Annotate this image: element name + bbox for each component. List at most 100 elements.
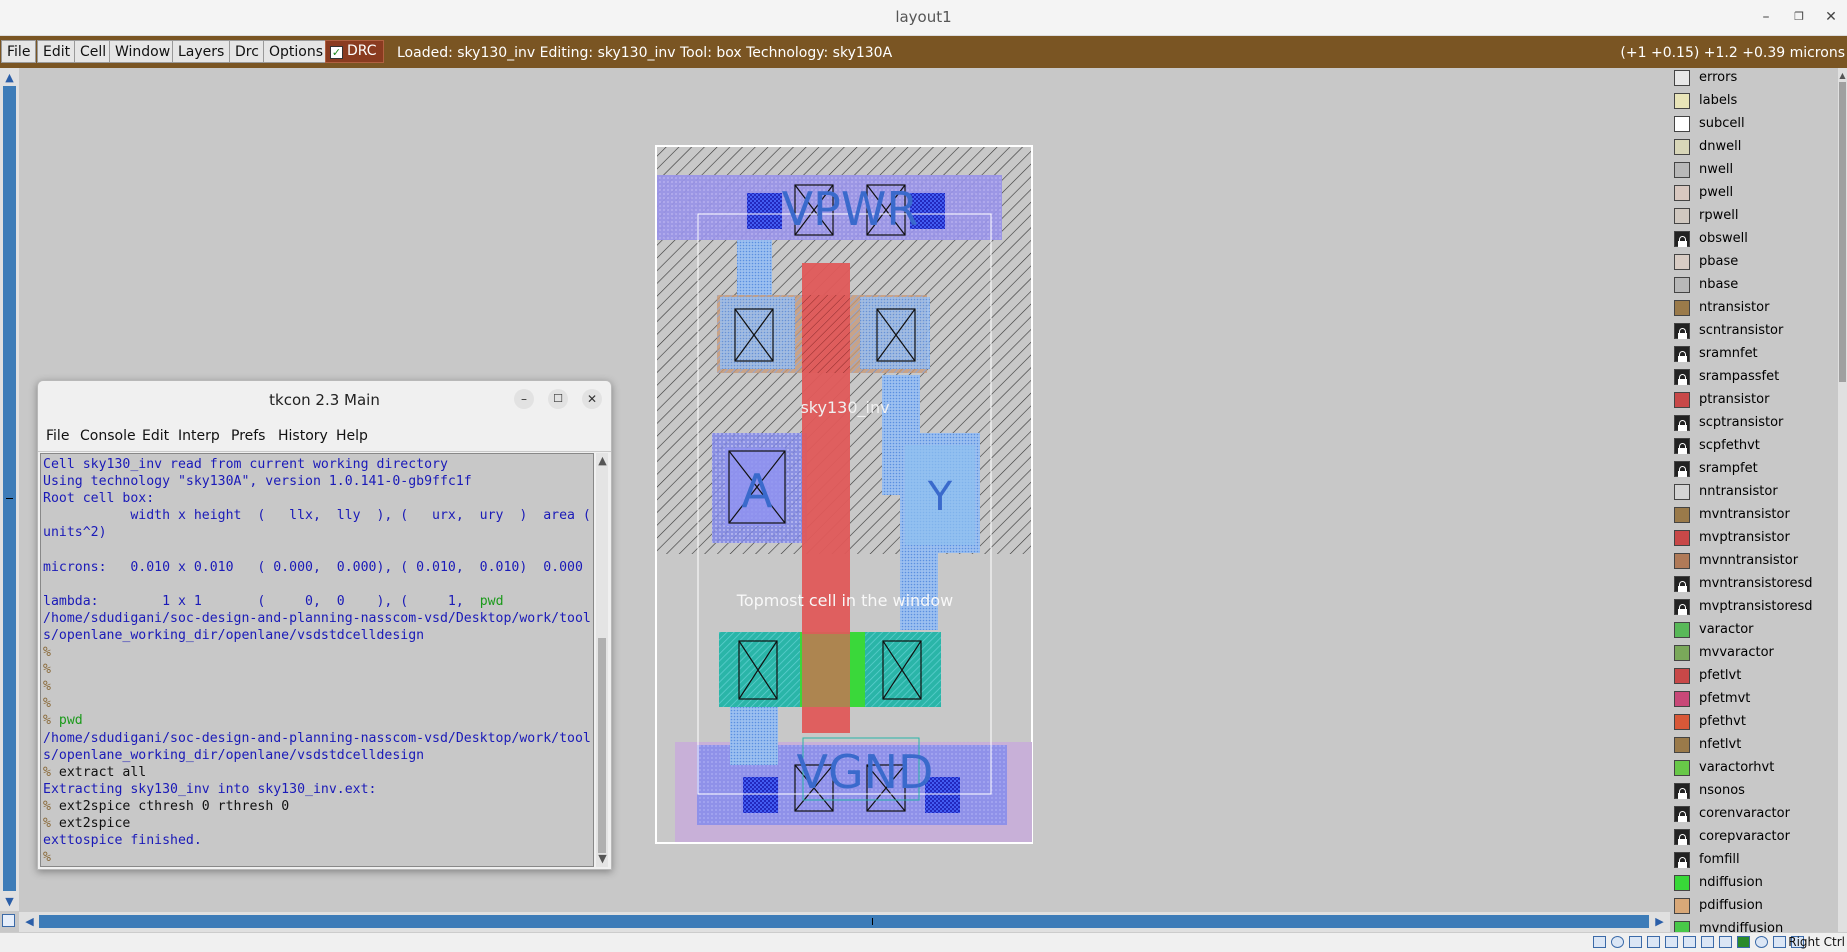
- shared-folder-icon[interactable]: [1683, 936, 1696, 948]
- tkcon-menu-file[interactable]: File: [46, 428, 69, 444]
- console-line: Cell sky130_inv read from current workin…: [43, 457, 448, 472]
- layer-corepvaractor[interactable]: corepvaractor: [1674, 827, 1834, 847]
- corner-icon[interactable]: [2, 914, 15, 927]
- layer-sramnfet[interactable]: sramnfet: [1674, 344, 1834, 364]
- layout-canvas[interactable]: VPWR VGND A Y sky130_inv Topmost cell in…: [655, 145, 1035, 845]
- layer-mvptransistor[interactable]: mvptransistor: [1674, 528, 1834, 548]
- layer-name: fomfill: [1699, 852, 1740, 867]
- layer-nfetlvt[interactable]: nfetlvt: [1674, 735, 1834, 755]
- display-icon[interactable]: [1701, 936, 1714, 948]
- restore-icon[interactable]: ❐: [1790, 8, 1808, 26]
- menu-options[interactable]: Options: [263, 40, 330, 63]
- lock-icon: [1674, 415, 1690, 431]
- layer-name: mvvaractor: [1699, 645, 1774, 660]
- layer-subcell[interactable]: subcell: [1674, 114, 1834, 134]
- maximize-icon[interactable]: ☐: [548, 389, 568, 409]
- layer-ntransistor[interactable]: ntransistor: [1674, 298, 1834, 318]
- scroll-right-icon[interactable]: ▶: [1652, 914, 1667, 929]
- layer-scptransistor[interactable]: scptransistor: [1674, 413, 1834, 433]
- layer-swatch: [1674, 553, 1690, 569]
- menu-cell[interactable]: Cell: [74, 40, 113, 63]
- tkcon-menu-history[interactable]: History: [278, 428, 328, 444]
- close-icon[interactable]: ✕: [1822, 8, 1840, 26]
- scroll-track[interactable]: [3, 86, 16, 891]
- menu-layers[interactable]: Layers: [172, 40, 231, 63]
- scroll-thumb[interactable]: [598, 638, 606, 853]
- layer-nbase[interactable]: nbase: [1674, 275, 1834, 295]
- menu-file[interactable]: File: [1, 40, 37, 63]
- layer-swatch: [1674, 70, 1690, 86]
- drc-toggle[interactable]: ✓ DRC: [325, 40, 384, 63]
- horizontal-scrollbar[interactable]: ◀ ▶: [19, 912, 1670, 932]
- scroll-thumb[interactable]: [1839, 82, 1846, 382]
- menu-window[interactable]: Window: [109, 40, 177, 63]
- menu-drc[interactable]: Drc: [229, 40, 265, 63]
- menu-edit[interactable]: Edit: [37, 40, 77, 63]
- layer-mvvaractor[interactable]: mvvaractor: [1674, 643, 1834, 663]
- disk-icon[interactable]: [1593, 936, 1606, 948]
- scroll-track[interactable]: [39, 915, 1649, 928]
- layer-palette: errors labels subcell dnwell nwell pwell rpwel…: [1670, 68, 1838, 932]
- layer-errors[interactable]: errors: [1674, 68, 1834, 88]
- layer-mvntransistoresd[interactable]: mvntransistoresd: [1674, 574, 1834, 594]
- layer-swatch: [1674, 139, 1690, 155]
- minimize-icon[interactable]: –: [1757, 8, 1775, 26]
- globe-icon[interactable]: [1755, 936, 1768, 948]
- optical-icon[interactable]: [1611, 936, 1624, 948]
- scroll-up-icon[interactable]: ▲: [2, 70, 17, 85]
- layer-obswell[interactable]: obswell: [1674, 229, 1834, 249]
- layer-pfetlvt[interactable]: pfetlvt: [1674, 666, 1834, 686]
- layer-srampassfet[interactable]: srampassfet: [1674, 367, 1834, 387]
- layer-mvnntransistor[interactable]: mvnntransistor: [1674, 551, 1834, 571]
- layer-nwell[interactable]: nwell: [1674, 160, 1834, 180]
- layer-ptransistor[interactable]: ptransistor: [1674, 390, 1834, 410]
- scroll-left-icon[interactable]: ◀: [22, 914, 37, 929]
- scroll-up-icon[interactable]: ▲: [1835, 68, 1847, 83]
- layer-nntransistor[interactable]: nntransistor: [1674, 482, 1834, 502]
- vertical-scrollbar[interactable]: ▲ ▼: [0, 68, 19, 911]
- layer-pdiffusion[interactable]: pdiffusion: [1674, 896, 1834, 916]
- tkcon-menu-interp[interactable]: Interp: [178, 428, 220, 444]
- layer-corenvaractor[interactable]: corenvaractor: [1674, 804, 1834, 824]
- console-output[interactable]: Cell sky130_inv read from current workin…: [40, 453, 594, 867]
- layer-labels[interactable]: labels: [1674, 91, 1834, 111]
- layer-pfethvt[interactable]: pfethvt: [1674, 712, 1834, 732]
- minimize-icon[interactable]: –: [514, 389, 534, 409]
- network-icon[interactable]: [1647, 936, 1660, 948]
- layer-scrollbar[interactable]: ▲: [1838, 68, 1847, 932]
- scroll-down-icon[interactable]: ▼: [595, 851, 610, 866]
- console-scrollbar[interactable]: ▲ ▼: [596, 453, 608, 867]
- cpu-icon[interactable]: [1737, 936, 1750, 948]
- tkcon-menu-edit[interactable]: Edit: [142, 428, 169, 444]
- tkcon-menu-console[interactable]: Console: [80, 428, 136, 444]
- recording-icon[interactable]: [1719, 936, 1732, 948]
- layer-rpwell[interactable]: rpwell: [1674, 206, 1834, 226]
- layer-varactorhvt[interactable]: varactorhvt: [1674, 758, 1834, 778]
- layer-srampfet[interactable]: srampfet: [1674, 459, 1834, 479]
- layer-ndiffusion[interactable]: ndiffusion: [1674, 873, 1834, 893]
- layer-mvptransistoresd[interactable]: mvptransistoresd: [1674, 597, 1834, 617]
- layer-scntransistor[interactable]: scntransistor: [1674, 321, 1834, 341]
- lock-icon: [1674, 231, 1690, 247]
- mouse-icon[interactable]: [1773, 936, 1786, 948]
- tkcon-menu-help[interactable]: Help: [336, 428, 368, 444]
- layer-scpfethvt[interactable]: scpfethvt: [1674, 436, 1834, 456]
- audio-icon[interactable]: [1629, 936, 1642, 948]
- layer-pwell[interactable]: pwell: [1674, 183, 1834, 203]
- close-icon[interactable]: ✕: [582, 389, 602, 409]
- layer-varactor[interactable]: varactor: [1674, 620, 1834, 640]
- tkcon-menu-prefs[interactable]: Prefs: [231, 428, 265, 444]
- layer-mvntransistor[interactable]: mvntransistor: [1674, 505, 1834, 525]
- layer-dnwell[interactable]: dnwell: [1674, 137, 1834, 157]
- layer-name: subcell: [1699, 116, 1745, 131]
- layer-pbase[interactable]: pbase: [1674, 252, 1834, 272]
- layer-pfetmvt[interactable]: pfetmvt: [1674, 689, 1834, 709]
- layer-mvndiffusion[interactable]: mvndiffusion: [1674, 919, 1834, 932]
- scroll-up-icon[interactable]: ▲: [595, 453, 610, 468]
- scroll-down-icon[interactable]: ▼: [2, 894, 17, 909]
- cursor-coordinates: (+1 +0.15) +1.2 +0.39 microns: [1620, 45, 1845, 61]
- layer-swatch: [1674, 691, 1690, 707]
- usb-icon[interactable]: [1665, 936, 1678, 948]
- layer-nsonos[interactable]: nsonos: [1674, 781, 1834, 801]
- layer-fomfill[interactable]: fomfill: [1674, 850, 1834, 870]
